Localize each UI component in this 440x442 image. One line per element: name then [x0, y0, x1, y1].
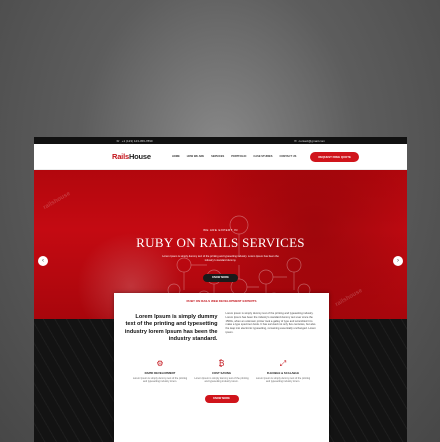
hero-description: Lorem Ipsum is simply dummy text of the … — [162, 255, 279, 262]
nav-item-contact[interactable]: CONTACT US — [280, 155, 297, 158]
rocket-icon: ⚙ — [156, 358, 164, 368]
feature-cost-saving: ₿ COST SAVING Lorem Ipsum is simply dumm… — [194, 359, 250, 384]
prev-arrow-icon[interactable]: ‹ — [38, 256, 48, 266]
about-headline: Lorem Ipsum is simply dummy text of the … — [124, 314, 218, 343]
request-quote-button[interactable]: REQUEST FREE QUOTE — [310, 151, 359, 162]
hero-title: RUBY ON RAILS SERVICES — [136, 235, 305, 250]
phone-icon: ☏ — [116, 138, 120, 143]
logo-text-2: House — [128, 152, 151, 161]
about-columns: Lorem Ipsum is simply dummy text of the … — [124, 312, 319, 344]
nav-item-services[interactable]: SERVICES — [211, 155, 224, 158]
scale-icon: ⤢ — [279, 358, 287, 368]
about-body: Lorem ipsum is simply dummy text of the … — [225, 312, 316, 334]
coin-icon: ₿ — [218, 358, 225, 368]
logo-text-1: Rails — [112, 152, 129, 161]
feature-title: FLEXIBLE & SCALABLE — [266, 370, 300, 375]
website-preview: ☏ +1 (123) 123-456-7890 ✉ contact@gmail.co… — [34, 137, 407, 442]
watermark-text: railshouse — [334, 287, 364, 309]
feature-rapid-development: ⚙ RAPID DEVELOPMENT Lorem Ipsum is simpl… — [132, 359, 188, 384]
nav-item-case-studies[interactable]: CASE STUDIES — [253, 155, 272, 158]
email-info: ✉ contact@gmail.com — [294, 139, 325, 143]
about-know-more-button[interactable]: KNOW MORE — [204, 395, 239, 404]
nav-item-about[interactable]: HOW WE ARE — [187, 155, 204, 158]
about-card: RUBY ON RAILS WEB DEVELOPMENT EXPERTS Lo… — [114, 293, 329, 442]
about-tag: RUBY ON RAILS WEB DEVELOPMENT EXPERTS — [186, 299, 257, 303]
mail-icon: ✉ — [294, 138, 297, 143]
feature-title: RAPID DEVELOPMENT — [144, 370, 176, 375]
next-arrow-icon[interactable]: › — [393, 256, 403, 266]
main-nav: RailsHouse HOME HOW WE ARE SERVICES PORT… — [34, 144, 407, 170]
nav-menu: HOME HOW WE ARE SERVICES PORTFOLIO CASE … — [172, 155, 296, 158]
hero-kicker: WE ARE EXPERT IN — [203, 228, 238, 232]
feature-list: ⚙ RAPID DEVELOPMENT Lorem Ipsum is simpl… — [124, 359, 319, 384]
phone-text: +1 (123) 123-456-7890 — [121, 138, 153, 143]
top-bar: ☏ +1 (123) 123-456-7890 ✉ contact@gmail.co… — [34, 137, 407, 144]
logo[interactable]: RailsHouse — [112, 152, 172, 161]
nav-item-home[interactable]: HOME — [172, 155, 180, 158]
feature-desc: Lorem Ipsum is simply dummy text of the … — [255, 376, 311, 384]
feature-flexible-scalable: ⤢ FLEXIBLE & SCALABLE Lorem Ipsum is sim… — [255, 359, 311, 384]
phone-info: ☏ +1 (123) 123-456-7890 — [116, 139, 153, 143]
nav-item-portfolio[interactable]: PORTFOLIO — [231, 155, 246, 158]
feature-title: COST SAVING — [211, 370, 232, 375]
hero-know-more-button[interactable]: KNOW MORE — [203, 274, 238, 282]
feature-desc: Lorem Ipsum is simply dummy text of the … — [194, 376, 249, 384]
feature-desc: Lorem Ipsum is simply dummy text of the … — [132, 376, 188, 384]
watermark-text: railshouse — [42, 190, 72, 212]
email-text[interactable]: contact@gmail.com — [299, 139, 325, 143]
